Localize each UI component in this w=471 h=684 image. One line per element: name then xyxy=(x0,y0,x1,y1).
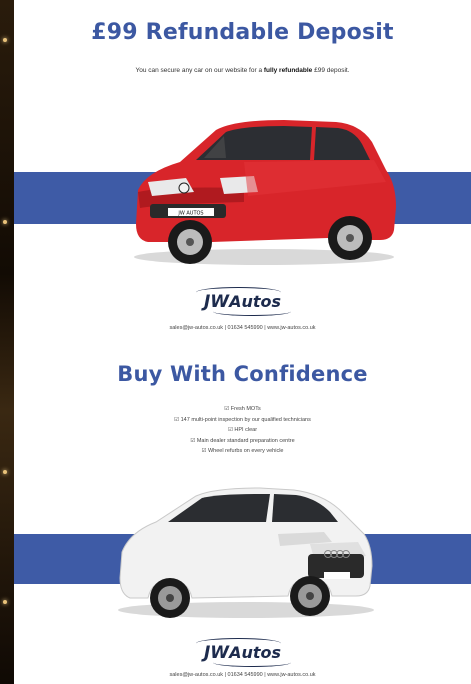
sparkle-icon xyxy=(3,470,7,474)
sparkle-icon xyxy=(3,38,7,42)
white-car-image xyxy=(118,487,374,618)
feature-item: ☑ Main dealer standard preparation centr… xyxy=(190,437,295,444)
subtitle-text-end: £99 deposit. xyxy=(312,67,350,74)
sparkle-icon xyxy=(3,220,7,224)
jwautos-logo: JWAutos xyxy=(14,638,471,667)
checkbox-icon: ☑ xyxy=(201,448,207,454)
confidence-heading: Buy With Confidence xyxy=(117,362,368,386)
feature-item: ☑ 147 multi-point inspection by our qual… xyxy=(174,416,311,423)
feature-item: ☑ HPI clear xyxy=(227,427,258,433)
contact-info-2: sales@jw-autos.co.uk | 01634 545990 | ww… xyxy=(169,672,316,678)
checkbox-icon: ☑ xyxy=(227,427,233,433)
jwautos-logo: JWAutos xyxy=(14,287,471,316)
subtitle-bold: fully refundable xyxy=(263,67,313,74)
checkbox-icon: ☑ xyxy=(224,406,230,412)
subtitle-text: You can secure any car on our website fo… xyxy=(135,67,264,74)
contact-info-1: sales@jw-autos.co.uk | 01634 545990 | ww… xyxy=(169,325,316,331)
red-car-image: JW AUTOS xyxy=(134,120,396,265)
checkbox-icon: ☑ xyxy=(174,416,180,423)
background-edge xyxy=(0,0,14,684)
feature-list: ☑ Fresh MOTs ☑ 147 multi-point inspectio… xyxy=(14,404,471,457)
checkbox-icon: ☑ xyxy=(190,437,196,444)
deposit-heading: £99 Refundable Deposit xyxy=(91,20,394,45)
feature-item: ☑ Fresh MOTs xyxy=(224,406,261,412)
number-plate: JW AUTOS xyxy=(177,211,203,217)
sparkle-icon xyxy=(3,600,7,604)
feature-item: ☑ Wheel refurbs on every vehicle xyxy=(201,448,284,454)
promo-poster: £99 Refundable Deposit You can secure an… xyxy=(14,0,471,684)
deposit-subtitle: You can secure any car on our website fo… xyxy=(14,67,471,74)
